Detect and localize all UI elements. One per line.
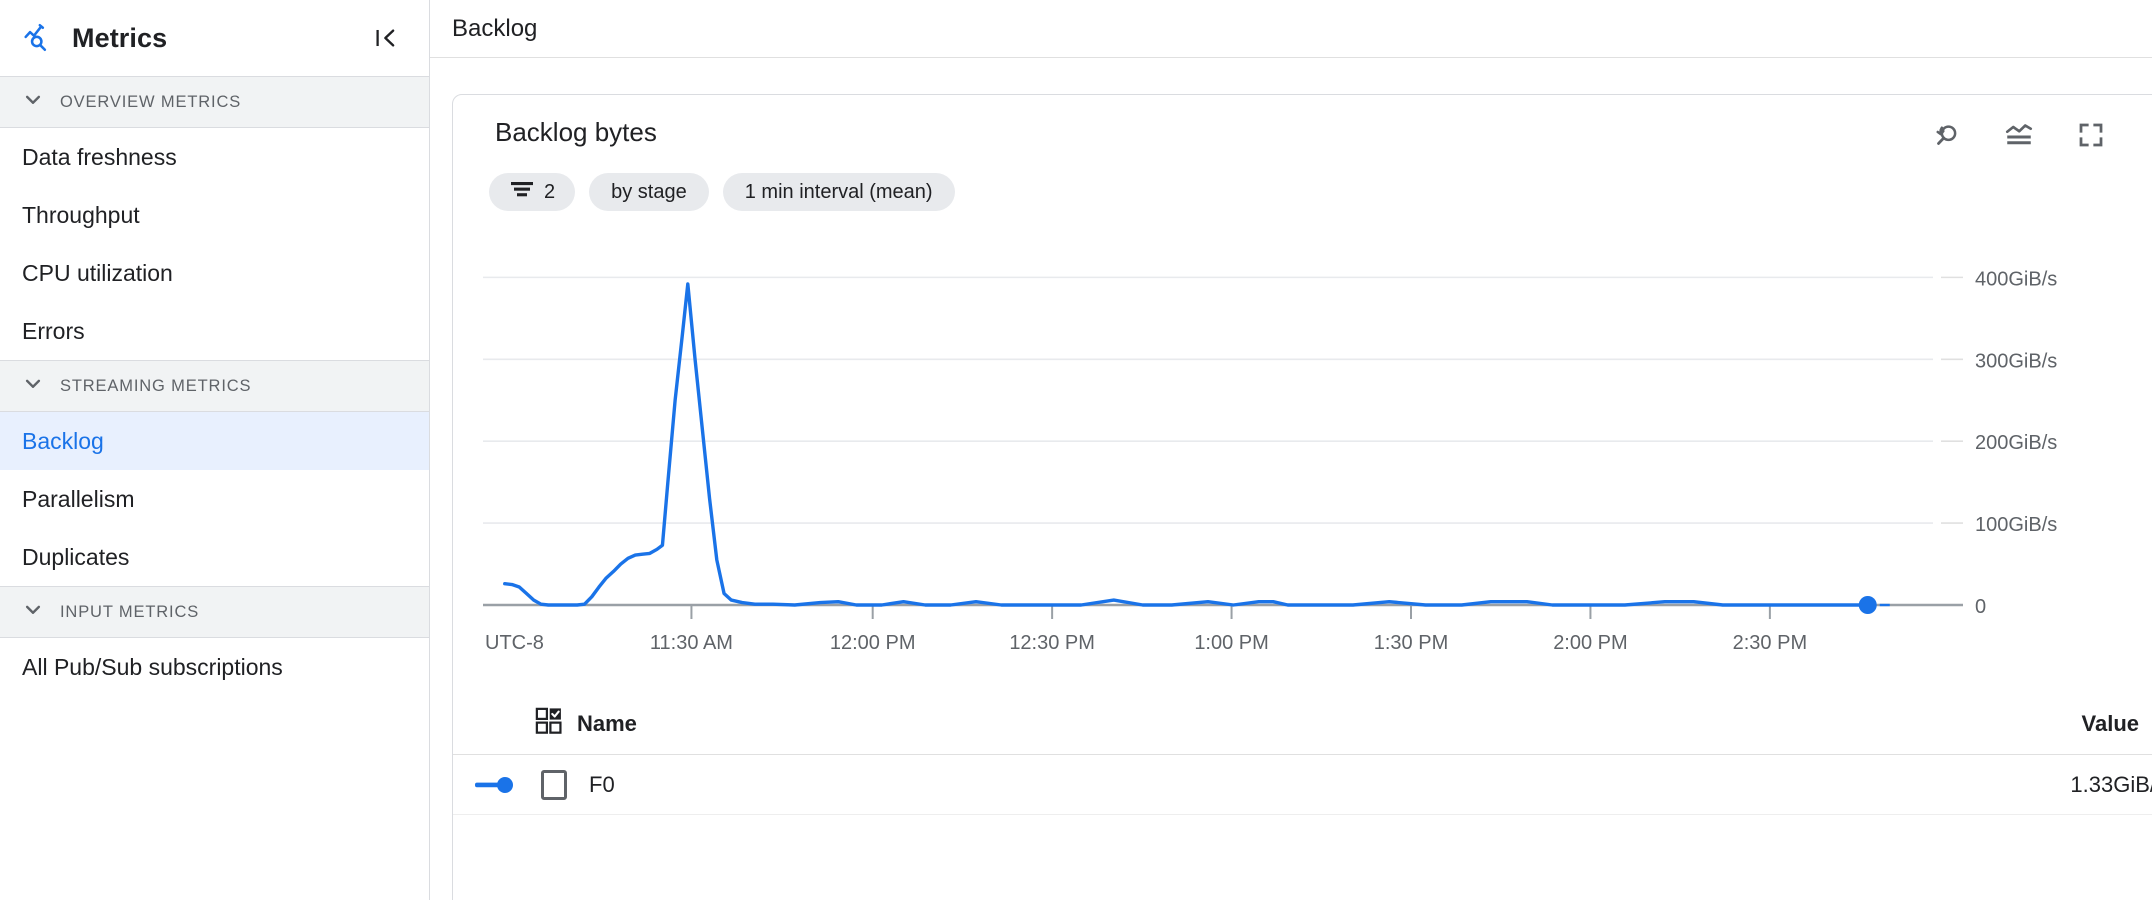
fullscreen-icon[interactable]: [2069, 113, 2113, 157]
filter-icon: [509, 179, 535, 205]
value-column-header: Value: [2082, 708, 2152, 739]
table-header-row: Name Value: [453, 693, 2152, 755]
chip-label: by stage: [611, 181, 687, 204]
breadcrumb-label: Backlog: [452, 15, 537, 43]
chart-title: Backlog bytes: [495, 117, 657, 148]
sidebar-item-parallelism[interactable]: Parallelism: [0, 470, 429, 528]
reset-zoom-icon[interactable]: [1925, 113, 1969, 157]
backlog-bytes-line-chart[interactable]: 0 100GiB/s 200GiB/s 300GiB/s 400GiB/s 11:30 A…: [453, 235, 2152, 655]
x-axis-label: 1:30 PM: [1374, 632, 1448, 654]
y-axis-label: 200GiB/s: [1975, 432, 2057, 454]
series-value: 1.33GiB/s: [2070, 772, 2152, 798]
value-column-label: Value: [2082, 711, 2139, 737]
sidebar-item-label: Errors: [22, 318, 85, 345]
sidebar-item-label: Throughput: [22, 202, 140, 229]
sidebar-item-data-freshness[interactable]: Data freshness: [0, 128, 429, 186]
series-end-marker: [1859, 596, 1877, 614]
sidebar: Metrics OVERVIEW METRICS Data freshness Th…: [0, 0, 430, 900]
group-by-chip[interactable]: by stage: [589, 173, 709, 211]
sidebar-group-overview-metrics[interactable]: OVERVIEW METRICS: [0, 76, 429, 128]
table-row[interactable]: F0 1.33GiB/s: [453, 755, 2152, 815]
chip-label: 2: [544, 181, 555, 204]
sidebar-header: Metrics: [0, 0, 429, 76]
sidebar-item-label: Data freshness: [22, 144, 177, 171]
metrics-page: Metrics OVERVIEW METRICS Data freshness Th…: [0, 0, 2152, 900]
chart-card: Backlog bytes: [452, 94, 2152, 900]
more-vert-icon[interactable]: [2141, 113, 2152, 157]
x-axis-label: 2:00 PM: [1553, 632, 1627, 654]
chevron-down-icon: [22, 373, 44, 400]
timezone-label: UTC-8: [485, 632, 544, 654]
series-line-f0[interactable]: [505, 284, 1868, 605]
collapse-panel-icon[interactable]: [369, 21, 403, 55]
x-axis-label: 11:30 AM: [650, 632, 733, 654]
chart-filter-chips: 2 by stage 1 min interval (mean): [489, 173, 955, 211]
y-axis-label: 0: [1975, 596, 1986, 618]
series-color-marker: [473, 774, 527, 796]
name-column-header: Name: [535, 707, 637, 741]
sidebar-item-cpu-utilization[interactable]: CPU utilization: [0, 244, 429, 302]
sidebar-item-label: Parallelism: [22, 486, 134, 513]
sidebar-item-label: Duplicates: [22, 544, 129, 571]
chart-toolbar: [1925, 113, 2152, 157]
line-chart-legend-icon[interactable]: [1997, 113, 2041, 157]
chart-plot-area[interactable]: 0 100GiB/s 200GiB/s 300GiB/s 400GiB/s 11:30 A…: [453, 235, 2152, 655]
sidebar-group-streaming-metrics[interactable]: STREAMING METRICS: [0, 360, 429, 412]
row-checkbox[interactable]: [541, 770, 567, 800]
x-axis-label: 2:30 PM: [1733, 632, 1807, 654]
interval-chip[interactable]: 1 min interval (mean): [723, 173, 955, 211]
series-table: Name Value F0 1.33GiB/s: [453, 693, 2152, 815]
sidebar-item-label: CPU utilization: [22, 260, 173, 287]
series-name: F0: [589, 772, 615, 798]
page-title: Metrics: [72, 23, 353, 54]
select-all-grid-icon[interactable]: [535, 707, 563, 741]
x-axis-label: 12:30 PM: [1009, 632, 1095, 654]
breadcrumb: Backlog: [430, 0, 2152, 58]
name-column-label: Name: [577, 711, 637, 737]
x-axis-label: 1:00 PM: [1194, 632, 1268, 654]
main-content: Backlog Backlog bytes: [430, 0, 2152, 900]
sidebar-item-all-pub-sub-subscriptions[interactable]: All Pub/Sub subscriptions: [0, 638, 429, 696]
y-axis-label: 400GiB/s: [1975, 268, 2057, 290]
sidebar-nav: OVERVIEW METRICS Data freshness Throughput…: [0, 76, 429, 696]
sidebar-item-throughput[interactable]: Throughput: [0, 186, 429, 244]
sidebar-item-errors[interactable]: Errors: [0, 302, 429, 360]
sidebar-item-duplicates[interactable]: Duplicates: [0, 528, 429, 586]
chevron-down-icon: [22, 89, 44, 116]
chevron-down-icon: [22, 599, 44, 626]
y-axis-label: 100GiB/s: [1975, 514, 2057, 536]
sidebar-group-label: OVERVIEW METRICS: [60, 93, 241, 112]
sidebar-group-label: INPUT METRICS: [60, 603, 199, 622]
y-axis-label: 300GiB/s: [1975, 350, 2057, 372]
metrics-chart-search-icon: [22, 21, 56, 55]
chart-card-header: Backlog bytes: [453, 95, 2152, 125]
filter-chip[interactable]: 2: [489, 173, 575, 211]
chip-label: 1 min interval (mean): [745, 181, 933, 204]
x-axis-label: 12:00 PM: [830, 632, 916, 654]
sidebar-item-backlog[interactable]: Backlog: [0, 412, 429, 470]
sidebar-item-label: Backlog: [22, 428, 104, 455]
table-body: F0 1.33GiB/s: [453, 755, 2152, 815]
sidebar-item-label: All Pub/Sub subscriptions: [22, 654, 283, 681]
sidebar-group-label: STREAMING METRICS: [60, 377, 251, 396]
sidebar-group-input-metrics[interactable]: INPUT METRICS: [0, 586, 429, 638]
